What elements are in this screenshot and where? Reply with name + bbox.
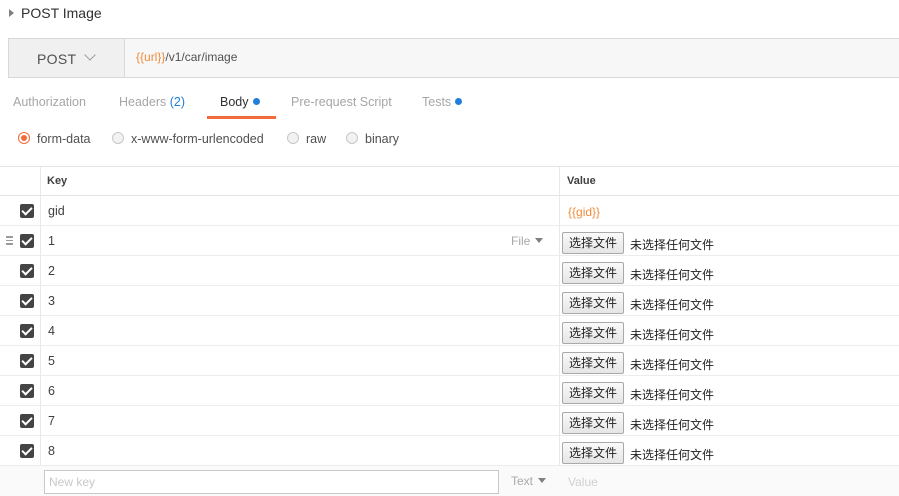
url-input[interactable]: {{url}}/v1/car/image	[136, 50, 237, 64]
tab-label: Pre-request Script	[291, 95, 392, 109]
request-header[interactable]: POST Image	[0, 0, 899, 28]
radio-unchecked-icon[interactable]	[112, 132, 124, 144]
method-select[interactable]: POST	[9, 39, 125, 77]
request-title: POST Image	[21, 5, 102, 21]
table-row: 1 File 选择文件 未选择任何文件	[0, 226, 899, 256]
radio-label: binary	[365, 132, 400, 146]
row-key[interactable]: 3	[48, 294, 55, 308]
row-checkbox[interactable]	[20, 414, 34, 428]
tab-tests[interactable]: Tests	[422, 95, 463, 109]
radio-unchecked-icon[interactable]	[346, 132, 358, 144]
headers-count-badge: (2)	[169, 95, 186, 109]
url-variable: {{url}}	[136, 50, 166, 64]
url-path: /v1/car/image	[165, 50, 238, 64]
table-row: 8 选择文件 未选择任何文件	[0, 436, 899, 466]
row-checkbox[interactable]	[20, 234, 34, 248]
type-label: Text	[511, 474, 534, 488]
new-value-input[interactable]: Value	[568, 475, 598, 489]
row-key[interactable]: 8	[48, 444, 55, 458]
choose-file-button[interactable]: 选择文件	[562, 322, 625, 344]
choose-file-button[interactable]: 选择文件	[562, 292, 625, 314]
value-column-header: Value	[567, 175, 596, 187]
table-row: 6 选择文件 未选择任何文件	[0, 376, 899, 406]
caret-down-icon	[538, 478, 547, 483]
row-key[interactable]: gid	[48, 204, 65, 218]
radio-x-www-form-urlencoded[interactable]: x-www-form-urlencoded	[112, 132, 264, 146]
row-checkbox[interactable]	[20, 324, 34, 338]
table-row: 4 选择文件 未选择任何文件	[0, 316, 899, 346]
body-mode-group: form-data x-www-form-urlencoded raw bina…	[0, 128, 899, 154]
file-status: 未选择任何文件	[630, 448, 715, 462]
tab-label: Authorization	[13, 95, 86, 109]
radio-form-data[interactable]: form-data	[18, 132, 91, 146]
chevron-down-icon	[84, 49, 96, 61]
tab-label: Body	[220, 95, 249, 109]
tab-pre-request-script[interactable]: Pre-request Script	[291, 95, 392, 109]
url-bar: POST {{url}}/v1/car/image	[8, 38, 899, 78]
file-status: 未选择任何文件	[630, 388, 715, 402]
table-row: 5 选择文件 未选择任何文件	[0, 346, 899, 376]
method-label: POST	[37, 51, 77, 67]
choose-file-button[interactable]: 选择文件	[562, 382, 625, 404]
table-row: 3 选择文件 未选择任何文件	[0, 286, 899, 316]
tab-body[interactable]: Body	[220, 95, 260, 109]
key-column-header: Key	[47, 175, 68, 187]
caret-right-icon[interactable]	[9, 9, 14, 17]
radio-checked-icon[interactable]	[18, 132, 30, 144]
row-checkbox[interactable]	[20, 264, 34, 278]
row-checkbox[interactable]	[20, 294, 34, 308]
radio-binary[interactable]: binary	[346, 132, 399, 146]
row-key[interactable]: 1	[48, 234, 55, 248]
row-key[interactable]: 2	[48, 264, 55, 278]
file-status: 未选择任何文件	[630, 238, 715, 252]
new-type-select[interactable]: Text	[511, 474, 547, 488]
tab-headers[interactable]: Headers (2)	[119, 95, 185, 109]
table-row: 7 选择文件 未选择任何文件	[0, 406, 899, 436]
radio-raw[interactable]: raw	[287, 132, 326, 146]
file-status: 未选择任何文件	[630, 358, 715, 372]
file-status: 未选择任何文件	[630, 418, 715, 432]
choose-file-button[interactable]: 选择文件	[562, 442, 625, 464]
caret-down-icon	[535, 238, 544, 243]
row-key[interactable]: 5	[48, 354, 55, 368]
new-key-input[interactable]	[44, 470, 499, 494]
row-checkbox[interactable]	[20, 204, 34, 218]
choose-file-button[interactable]: 选择文件	[562, 232, 625, 254]
type-label: File	[511, 234, 531, 248]
tab-label: Headers	[119, 95, 167, 109]
type-select[interactable]: File	[511, 234, 544, 248]
radio-label: form-data	[37, 132, 91, 146]
file-status: 未选择任何文件	[630, 328, 715, 342]
new-param-row: Text Value	[0, 466, 899, 496]
row-key[interactable]: 6	[48, 384, 55, 398]
radio-label: raw	[306, 132, 327, 146]
table-header: Key Value	[0, 166, 899, 196]
table-row: 2 选择文件 未选择任何文件	[0, 256, 899, 286]
row-checkbox[interactable]	[20, 354, 34, 368]
dot-icon	[455, 98, 463, 105]
tab-authorization[interactable]: Authorization	[13, 95, 86, 109]
row-checkbox[interactable]	[20, 444, 34, 458]
row-value[interactable]: {{gid}}	[568, 205, 600, 219]
request-tabs: Authorization Headers (2) Body Pre-reque…	[0, 88, 899, 120]
row-key[interactable]: 4	[48, 324, 55, 338]
dot-icon	[252, 98, 260, 105]
choose-file-button[interactable]: 选择文件	[562, 262, 625, 284]
active-tab-underline	[207, 116, 276, 119]
tab-label: Tests	[422, 95, 452, 109]
row-checkbox[interactable]	[20, 384, 34, 398]
row-key[interactable]: 7	[48, 414, 55, 428]
drag-handle-icon[interactable]	[6, 236, 14, 246]
choose-file-button[interactable]: 选择文件	[562, 412, 625, 434]
file-status: 未选择任何文件	[630, 268, 715, 282]
choose-file-button[interactable]: 选择文件	[562, 352, 625, 374]
file-status: 未选择任何文件	[630, 298, 715, 312]
radio-unchecked-icon[interactable]	[287, 132, 299, 144]
table-row: gid {{gid}}	[0, 196, 899, 226]
radio-label: x-www-form-urlencoded	[131, 132, 264, 146]
